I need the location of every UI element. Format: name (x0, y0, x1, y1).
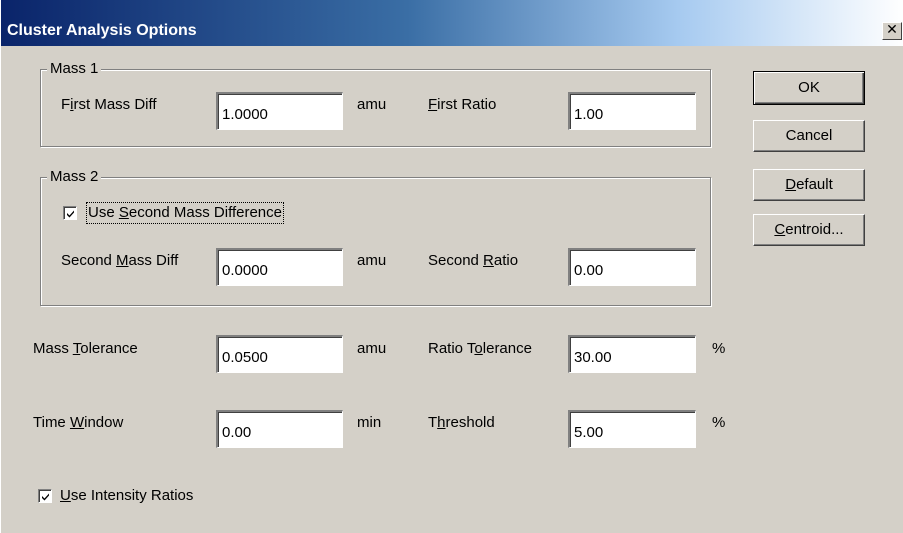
centroid-button[interactable]: Centroid... (753, 214, 865, 246)
threshold-input[interactable]: 5.00 (568, 410, 696, 448)
first-ratio-label: First Ratio (428, 96, 497, 113)
ratio-tolerance-input[interactable]: 30.00 (568, 335, 696, 373)
time-window-label: Time Window (33, 414, 124, 431)
first-mass-diff-unit: amu (357, 96, 387, 113)
time-window-input[interactable]: 0.00 (216, 410, 343, 448)
close-icon: ✕ (886, 22, 898, 38)
ok-button[interactable]: OK (753, 71, 865, 105)
ratio-tolerance-label: Ratio Tolerance (428, 340, 532, 357)
close-button[interactable]: ✕ (882, 22, 902, 40)
ratio-tolerance-unit: % (712, 340, 726, 357)
mass-tolerance-input[interactable]: 0.0500 (216, 335, 343, 373)
mass2-group-label: Mass 2 (47, 169, 102, 185)
second-mass-diff-unit: amu (357, 252, 387, 269)
title-bar[interactable]: Cluster Analysis Options ✕ (1, 0, 903, 46)
threshold-label: Threshold (428, 414, 495, 431)
dialog-window: Cluster Analysis Options ✕ Mass 1 First … (0, 0, 903, 533)
second-mass-diff-input[interactable]: 0.0000 (216, 248, 343, 286)
second-ratio-input[interactable]: 0.00 (568, 248, 696, 286)
first-ratio-input[interactable]: 1.00 (568, 92, 696, 130)
mass-tolerance-unit: amu (357, 340, 387, 357)
use-intensity-ratios-checkbox[interactable] (38, 489, 52, 503)
threshold-unit: % (712, 414, 726, 431)
use-second-mass-checkbox[interactable] (63, 206, 77, 220)
mass1-group-label: Mass 1 (47, 61, 102, 77)
default-button[interactable]: Default (753, 169, 865, 201)
use-intensity-ratios-label[interactable]: Use Intensity Ratios (60, 487, 193, 505)
mass2-group (40, 177, 711, 306)
time-window-unit: min (357, 414, 382, 431)
window-title: Cluster Analysis Options (7, 22, 197, 39)
second-ratio-label: Second Ratio (428, 252, 519, 269)
use-second-mass-label[interactable]: Use Second Mass Difference (86, 202, 284, 224)
first-mass-diff-label: First Mass Diff (61, 96, 157, 113)
first-mass-diff-input[interactable]: 1.0000 (216, 92, 343, 130)
checkmark-icon (42, 493, 49, 501)
cancel-button[interactable]: Cancel (753, 120, 865, 152)
checkmark-icon (67, 210, 74, 218)
mass-tolerance-label: Mass Tolerance (33, 340, 138, 357)
second-mass-diff-label: Second Mass Diff (61, 252, 179, 269)
